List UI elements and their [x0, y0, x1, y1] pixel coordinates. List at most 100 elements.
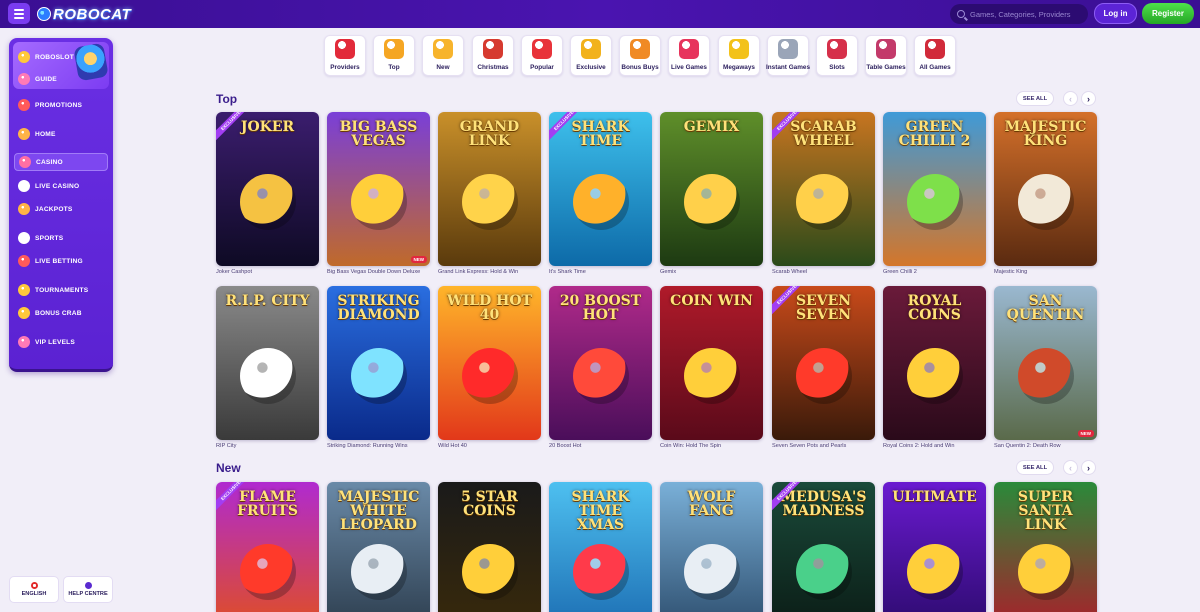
game-title[interactable]: 20 Boost Hot	[549, 443, 581, 449]
game-card[interactable]: SEVEN SEVEN EXCLUSIVE	[772, 286, 875, 440]
sidebar-item-vip-levels[interactable]: VIP LEVELS	[14, 333, 108, 351]
category-label: Christmas	[477, 64, 509, 71]
game-card[interactable]: SAN QUENTIN NEW	[994, 286, 1097, 440]
sidebar-item-guide[interactable]: GUIDE	[14, 70, 108, 88]
game-card[interactable]: SHARK TIME EXCLUSIVE	[549, 112, 652, 266]
game-title[interactable]: Wild Hot 40	[438, 443, 467, 449]
game-title[interactable]: Gemix	[660, 269, 676, 275]
language-button[interactable]: ENGLISH	[9, 576, 59, 603]
game-artwork-emblem	[683, 174, 740, 230]
login-button[interactable]: Log in	[1094, 3, 1137, 24]
game-title[interactable]: Royal Coins 2: Hold and Win	[883, 443, 955, 449]
sidebar-item-roboslot[interactable]: ROBOSLOT	[14, 48, 108, 66]
game-card[interactable]: SHARK TIME XMAS	[549, 482, 652, 612]
help-centre-button[interactable]: HELP CENTRE	[63, 576, 113, 603]
category-popular[interactable]: Popular	[521, 35, 563, 76]
game-card[interactable]: ROYAL COINS	[883, 286, 986, 440]
trophy-icon	[18, 284, 30, 296]
game-title[interactable]: Majestic King	[994, 269, 1027, 275]
sidebar-item-sports[interactable]: SPORTS	[14, 229, 108, 247]
slots-icon	[827, 39, 847, 59]
game-title[interactable]: Grand Link Express: Hold & Win	[438, 269, 518, 275]
table-dice-icon	[876, 39, 896, 59]
site-logo[interactable]: ROBOCAT	[37, 4, 131, 24]
search-input[interactable]	[970, 9, 1085, 19]
game-title[interactable]: Scarab Wheel	[772, 269, 807, 275]
category-bonus-buys[interactable]: Bonus Buys	[619, 35, 661, 76]
game-card[interactable]: GEMIX	[660, 112, 763, 266]
game-artwork-emblem	[461, 544, 518, 600]
category-instant-games[interactable]: Instant Games	[766, 35, 810, 76]
sidebar-item-label: JACKPOTS	[35, 205, 73, 213]
help-label: HELP CENTRE	[68, 591, 108, 597]
sidebar-item-label: VIP LEVELS	[35, 338, 75, 346]
category-exclusive[interactable]: Exclusive	[570, 35, 612, 76]
scroll-left-arrow-icon[interactable]: ‹	[1063, 460, 1078, 475]
game-title[interactable]: Coin Win: Hold The Spin	[660, 443, 721, 449]
game-title[interactable]: Striking Diamond: Running Wins	[327, 443, 408, 449]
game-title[interactable]: RIP City	[216, 443, 236, 449]
game-title[interactable]: Joker Cashpot	[216, 269, 252, 275]
menu-line-icon	[14, 8, 24, 11]
game-title[interactable]: Big Bass Vegas Double Down Deluxe	[327, 269, 420, 275]
sidebar-item-tournaments[interactable]: TOURNAMENTS	[14, 281, 108, 299]
sidebar-item-live-casino[interactable]: LIVE CASINO	[14, 177, 108, 195]
register-button[interactable]: Register	[1142, 3, 1194, 24]
category-slots[interactable]: Slots	[816, 35, 858, 76]
game-card[interactable]: SUPER SANTA LINK	[994, 482, 1097, 612]
crab-icon	[18, 307, 30, 319]
game-card[interactable]: BIG BASS VEGAS NEW	[327, 112, 430, 266]
game-card[interactable]: SCARAB WHEEL EXCLUSIVE	[772, 112, 875, 266]
game-title[interactable]: It's Shark Time	[549, 269, 586, 275]
game-card[interactable]: STRIKING DIAMOND	[327, 286, 430, 440]
game-logo-text: WILD HOT 40	[447, 293, 532, 323]
game-card[interactable]: R.I.P. CITY	[216, 286, 319, 440]
sidebar-item-promotions[interactable]: PROMOTIONS	[14, 96, 108, 114]
game-card[interactable]: ULTIMATE	[883, 482, 986, 612]
game-logo-text: SHARK TIME XMAS	[571, 489, 630, 533]
category-top[interactable]: Top	[373, 35, 415, 76]
category-table-games[interactable]: Table Games	[865, 35, 907, 76]
game-card[interactable]: GRAND LINK	[438, 112, 541, 266]
game-card[interactable]: FLAME FRUITS EXCLUSIVE	[216, 482, 319, 612]
game-card[interactable]: JOKER EXCLUSIVE	[216, 112, 319, 266]
category-label: Providers	[330, 64, 360, 71]
scroll-left-arrow-icon[interactable]: ‹	[1063, 91, 1078, 106]
sidebar-item-live-betting[interactable]: LIVE BETTING	[14, 252, 108, 270]
category-providers[interactable]: Providers	[324, 35, 366, 76]
logo-text: ROBOCAT	[53, 5, 132, 23]
game-title[interactable]: Green Chilli 2	[883, 269, 917, 275]
category-all-games[interactable]: All Games	[914, 35, 956, 76]
game-card[interactable]: MEDUSA'S MADNESS EXCLUSIVE	[772, 482, 875, 612]
game-artwork-emblem	[683, 348, 740, 404]
sidebar-item-casino[interactable]: CASINO	[14, 153, 108, 171]
game-card[interactable]: 20 BOOST HOT	[549, 286, 652, 440]
sidebar-item-jackpots[interactable]: JACKPOTS	[14, 200, 108, 218]
game-artwork-emblem	[239, 174, 296, 230]
game-artwork-emblem	[350, 348, 407, 404]
see-all-top-button[interactable]: SEE ALL	[1016, 91, 1054, 106]
game-title[interactable]: San Quentin 2: Death Row	[994, 443, 1061, 449]
guide-book-icon	[18, 73, 30, 85]
scroll-right-arrow-icon[interactable]: ›	[1081, 460, 1096, 475]
game-card[interactable]: 5 STAR COINS	[438, 482, 541, 612]
category-megaways[interactable]: Megaways	[718, 35, 760, 76]
search-bar[interactable]	[950, 4, 1088, 24]
category-christmas[interactable]: Christmas	[472, 35, 514, 76]
sidebar-item-bonus-crab[interactable]: BONUS CRAB	[14, 304, 108, 322]
game-card[interactable]: COIN WIN	[660, 286, 763, 440]
sidebar-item-home[interactable]: HOME	[14, 125, 108, 143]
game-card[interactable]: MAJESTIC KING	[994, 112, 1097, 266]
game-title[interactable]: Seven Seven Pots and Pearls	[772, 443, 846, 449]
category-new[interactable]: New	[422, 35, 464, 76]
see-all-new-button[interactable]: SEE ALL	[1016, 460, 1054, 475]
scroll-right-arrow-icon[interactable]: ›	[1081, 91, 1096, 106]
game-card[interactable]: GREEN CHILLI 2	[883, 112, 986, 266]
game-card[interactable]: WILD HOT 40	[438, 286, 541, 440]
hamburger-menu-button[interactable]	[8, 3, 30, 24]
category-live-games[interactable]: Live Games	[668, 35, 710, 76]
game-card[interactable]: WOLF FANG	[660, 482, 763, 612]
robot-coin-icon	[18, 51, 30, 63]
game-card[interactable]: MAJESTIC WHITE LEOPARD	[327, 482, 430, 612]
new-bell-icon	[433, 39, 453, 59]
